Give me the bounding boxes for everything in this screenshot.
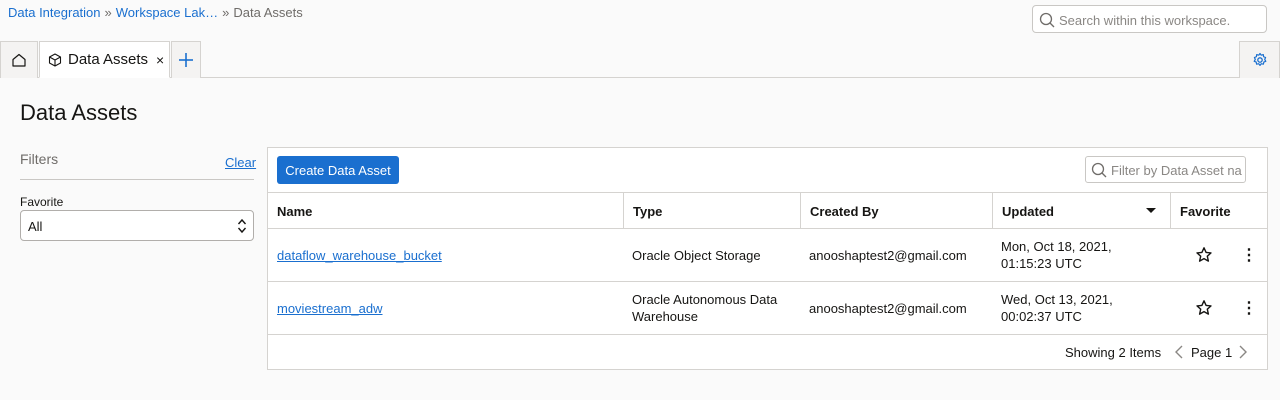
kebab-icon[interactable]: ⋮ (1241, 229, 1257, 281)
column-header-favorite[interactable]: Favorite (1170, 193, 1267, 228)
cell-favorite (1195, 282, 1215, 334)
column-header-updated-label: Updated (1002, 204, 1054, 219)
cell-created-by: anooshaptest2@gmail.com (809, 247, 967, 263)
top-bar: Data Integration» Workspace Lak…» Data Ass… (0, 0, 1280, 41)
star-icon[interactable] (1195, 246, 1213, 264)
search-icon (1091, 162, 1107, 178)
sort-descending-icon (1146, 208, 1156, 213)
cube-icon (48, 52, 62, 67)
star-icon[interactable] (1195, 299, 1213, 317)
favorite-select-value: All (28, 219, 43, 234)
filters-heading: Filters (20, 151, 59, 167)
breadcrumb: Data Integration» Workspace Lak…» Data Ass… (8, 5, 303, 20)
chevron-left-icon[interactable] (1174, 345, 1184, 359)
tab-home[interactable] (0, 41, 38, 78)
updated-date: Mon, Oct 18, 2021, (1001, 239, 1112, 254)
data-assets-table-panel: Create Data Asset Name Type Created By U… (267, 147, 1268, 370)
kebab-icon[interactable]: ⋮ (1241, 282, 1257, 334)
breadcrumb-data-integration[interactable]: Data Integration (8, 5, 101, 20)
search-icon (1039, 12, 1055, 28)
tab-label: Data Assets (68, 51, 149, 68)
favorite-select[interactable]: All (20, 210, 254, 241)
cell-updated: Mon, Oct 18, 2021, 01:15:23 UTC (1001, 229, 1171, 281)
chevron-right-icon[interactable] (1238, 345, 1248, 359)
settings-button[interactable] (1239, 41, 1280, 78)
favorite-filter-label: Favorite (20, 195, 64, 209)
updated-time: 01:15:23 UTC (1001, 256, 1082, 271)
table-filter[interactable] (1085, 156, 1246, 183)
updown-icon (237, 218, 247, 234)
cell-type: Oracle Object Storage (632, 247, 761, 263)
gear-icon (1253, 52, 1266, 66)
column-header-created-by[interactable]: Created By (800, 193, 992, 228)
create-data-asset-button[interactable]: Create Data Asset (277, 156, 399, 184)
column-header-name[interactable]: Name (268, 193, 623, 228)
tab-data-assets[interactable]: Data Assets × (39, 41, 170, 78)
column-header-type[interactable]: Type (623, 193, 799, 228)
breadcrumb-current: Data Assets (233, 5, 303, 20)
workspace-search-input[interactable] (1059, 10, 1259, 30)
type-line-2: Warehouse (632, 309, 698, 324)
column-header-updated[interactable]: Updated (992, 193, 1170, 228)
updated-time: 00:02:37 UTC (1001, 309, 1082, 324)
type-line-1: Oracle Autonomous Data (632, 292, 778, 307)
table-row: dataflow_warehouse_bucket Oracle Object … (268, 229, 1267, 282)
cell-type: Oracle Autonomous Data Warehouse (632, 282, 802, 334)
close-icon[interactable]: × (156, 52, 164, 68)
cell-created-by: anooshaptest2@gmail.com (809, 300, 967, 316)
cell-name: moviestream_adw (277, 282, 617, 334)
cell-updated: Wed, Oct 13, 2021, 00:02:37 UTC (1001, 282, 1171, 334)
table-filter-input[interactable] (1111, 161, 1245, 179)
breadcrumb-workspace[interactable]: Workspace Lak… (116, 5, 218, 20)
items-count: Showing 2 Items (1065, 345, 1162, 360)
table-header: Name Type Created By Updated Favorite (268, 192, 1267, 229)
plus-icon (179, 53, 193, 67)
breadcrumb-separator: » (104, 5, 112, 20)
filters-divider (20, 179, 254, 180)
add-tab-button[interactable] (171, 41, 201, 78)
cell-name: dataflow_warehouse_bucket (277, 229, 617, 281)
breadcrumb-separator: » (222, 5, 230, 20)
page-indicator: Page 1 (1191, 345, 1233, 360)
tab-strip: Data Assets × (0, 41, 1280, 78)
cell-favorite (1195, 229, 1215, 281)
workspace-search[interactable] (1032, 5, 1267, 33)
updated-date: Wed, Oct 13, 2021, (1001, 292, 1113, 307)
data-asset-link[interactable]: moviestream_adw (277, 300, 383, 317)
table-row: moviestream_adw Oracle Autonomous Data Wa… (268, 282, 1267, 335)
data-asset-link[interactable]: dataflow_warehouse_bucket (277, 247, 442, 264)
home-icon (12, 53, 26, 67)
clear-filters-link[interactable]: Clear (225, 155, 256, 170)
page-title: Data Assets (20, 100, 138, 125)
